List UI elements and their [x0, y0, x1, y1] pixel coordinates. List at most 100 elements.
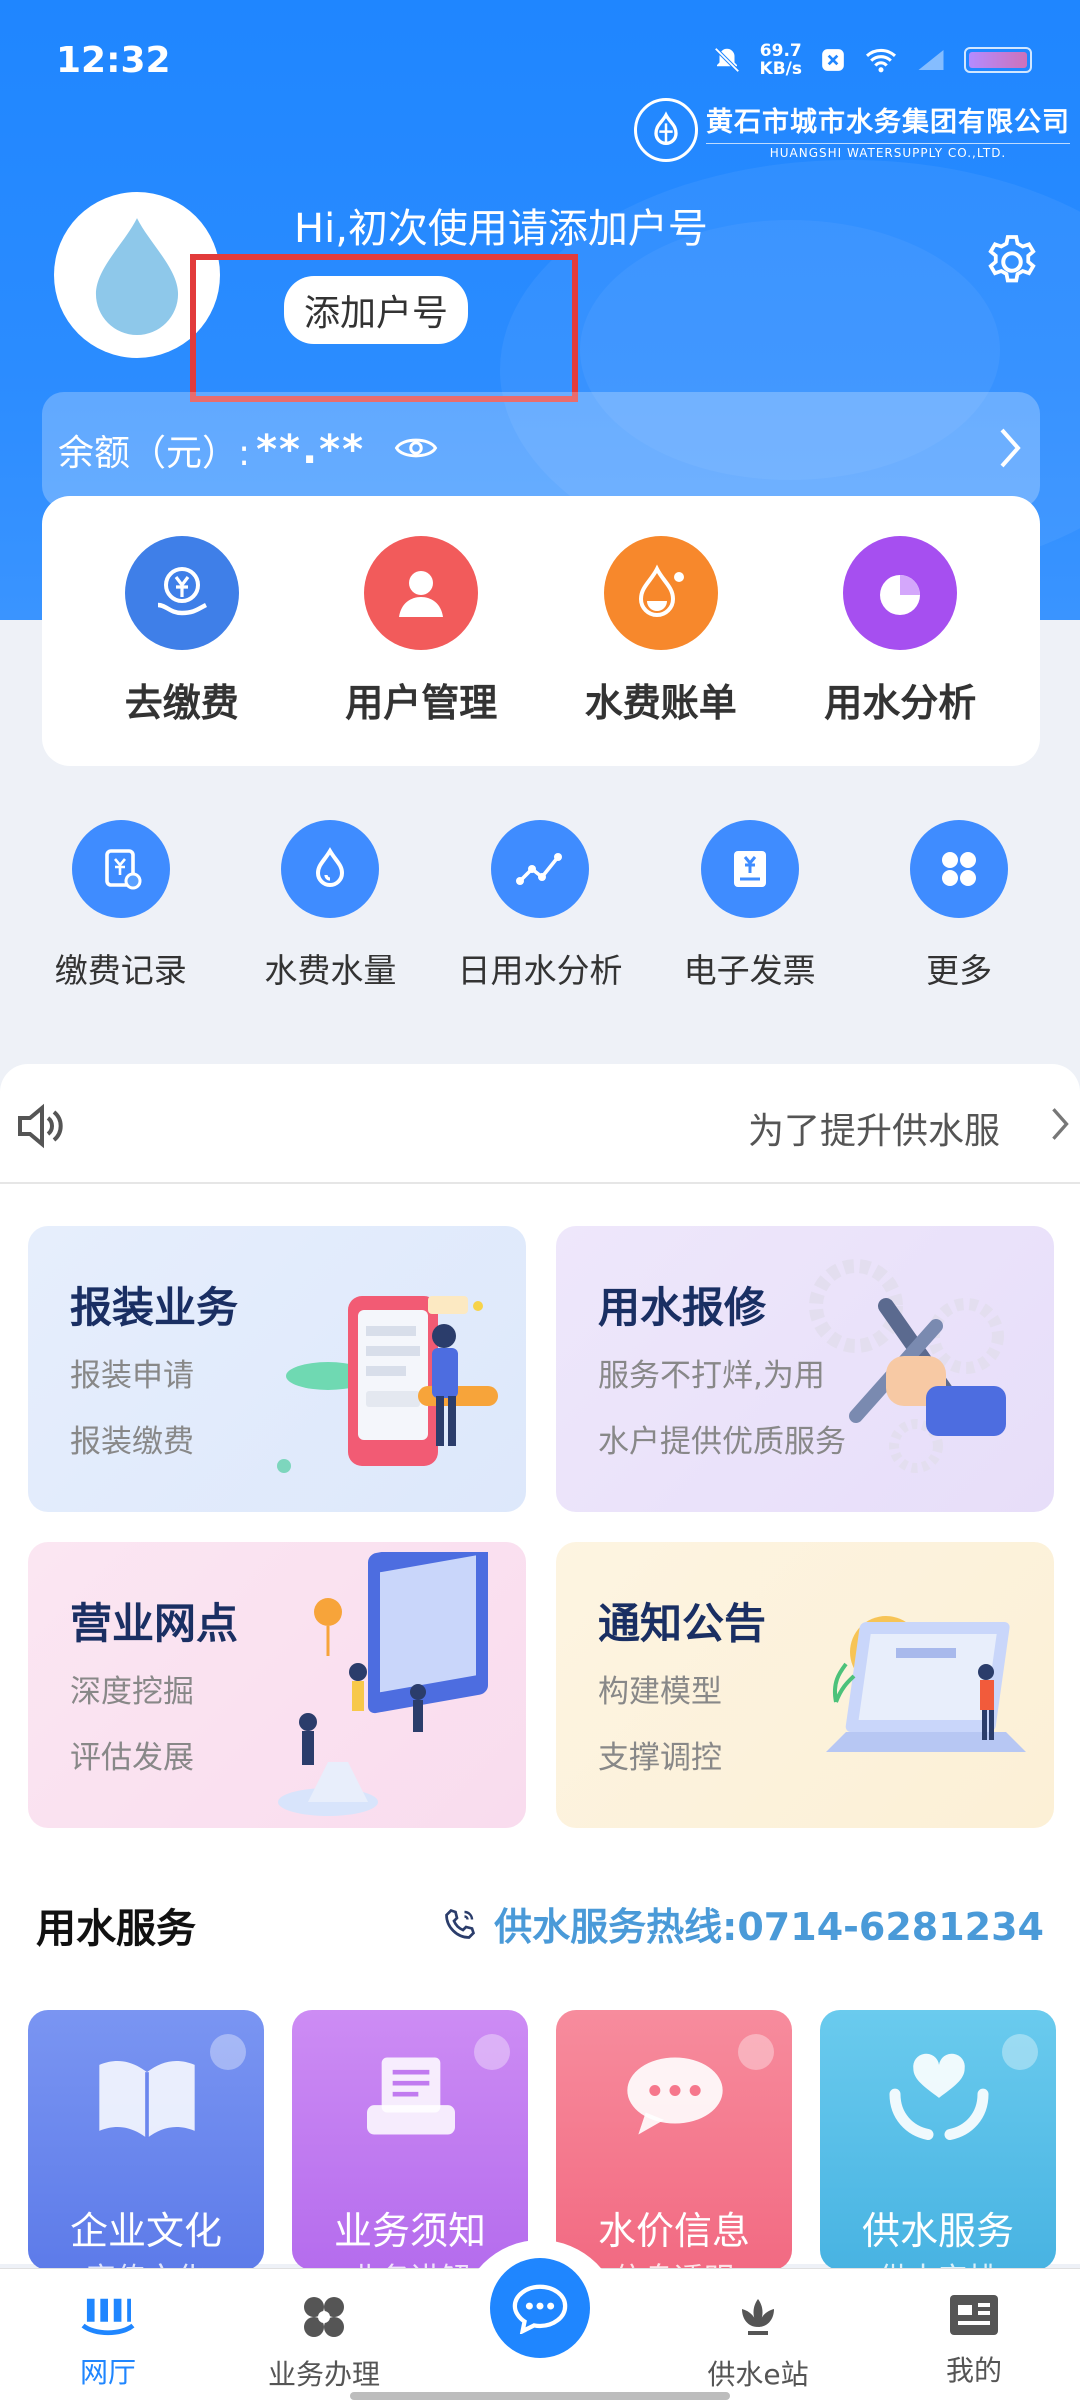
- status-time: 12:32: [56, 40, 171, 81]
- office-illustration: [278, 1552, 488, 1816]
- nav-mine[interactable]: 我的: [884, 2293, 1064, 2389]
- announcement-card-line2: 支撑调控: [598, 1740, 722, 1776]
- balance-bar[interactable]: 余额（元）: **.**: [42, 392, 1040, 508]
- pie-icon: [843, 535, 958, 650]
- logo-subtitle: HUANGSHI WATERSUPPLY CO.,LTD.: [706, 143, 1070, 160]
- network-speed: 69.7 KB/s: [759, 41, 802, 79]
- tile-corporate-culture[interactable]: 企业文化 宣传文化: [28, 2010, 264, 2270]
- quick-pay-label: 去缴费: [124, 680, 239, 725]
- more-icon: [910, 820, 1009, 918]
- balance-value: **.**: [256, 427, 366, 473]
- sub-daily-analysis[interactable]: 日用水分析: [435, 820, 645, 992]
- chevron-right-icon[interactable]: [998, 426, 1022, 474]
- company-logo: 黄石市城市水务集团有限公司 HUANGSHI WATERSUPPLY CO.,L…: [634, 98, 1070, 162]
- announcement-card-line1: 构建模型: [598, 1674, 722, 1710]
- mute-bell-icon: [713, 47, 740, 73]
- sub-water-volume[interactable]: 水费水量: [226, 820, 436, 992]
- installation-card[interactable]: 报装业务 报装申请 报装缴费: [28, 1226, 526, 1512]
- announcement-card[interactable]: 通知公告 构建模型 支撑调控: [556, 1542, 1054, 1828]
- quick-user-manage-label: 用户管理: [345, 680, 498, 725]
- document-icon: [367, 2057, 455, 2135]
- record-icon: [71, 820, 170, 918]
- phone-person-illustration: [277, 1296, 498, 1473]
- quick-user-manage[interactable]: 用户管理: [311, 535, 531, 727]
- outlet-card-line1: 深度挖掘: [70, 1674, 194, 1710]
- hotline-text: 供水服务热线:0714-6281234: [494, 1905, 1044, 1949]
- logo-emblem-icon: [634, 98, 698, 162]
- tile-water-price[interactable]: 水价信息 信息透明: [556, 2010, 792, 2270]
- chat-bubble-icon: [627, 2057, 723, 2135]
- heart-hands-icon: [889, 2053, 989, 2140]
- nav-estation[interactable]: 供水e站: [668, 2293, 848, 2393]
- quick-water-bill-label: 水费账单: [584, 680, 737, 725]
- nav-business-label: 业务办理: [267, 2358, 380, 2391]
- status-icons: 69.7 KB/s: [712, 42, 1032, 78]
- close-box-icon: [822, 49, 844, 71]
- quick-pay[interactable]: 去缴费: [72, 535, 292, 727]
- home-indicator[interactable]: [350, 2392, 730, 2400]
- tile-business-notice-label: 业务须知: [333, 2209, 486, 2253]
- greeting-text: Hi,初次使用请添加户号: [294, 206, 708, 252]
- eye-icon[interactable]: [393, 433, 439, 467]
- installation-card-line1: 报装申请: [70, 1358, 194, 1394]
- gear-icon[interactable]: [982, 232, 1042, 296]
- chat-icon: [512, 2284, 568, 2334]
- outlet-card[interactable]: 营业网点 深度挖掘 评估发展: [28, 1542, 526, 1828]
- sub-water-volume-label: 水费水量: [264, 951, 397, 990]
- profile-card-icon: [950, 2295, 998, 2335]
- chevron-right-icon[interactable]: [1050, 1106, 1070, 1146]
- sub-e-invoice-label: 电子发票: [683, 951, 816, 990]
- outlet-card-line2: 评估发展: [70, 1740, 194, 1776]
- announcement-card-title: 通知公告: [598, 1599, 767, 1648]
- wrench-gear-illustration: [809, 1259, 1006, 1473]
- secondary-actions: 缴费记录 水费水量 日用水分析 电子发票 更多: [0, 820, 1080, 992]
- book-icon: [99, 2061, 195, 2139]
- notice-text: 为了提升供水服: [748, 1111, 1001, 1152]
- drop-icon: [281, 820, 380, 918]
- outlet-card-title: 营业网点: [70, 1599, 239, 1648]
- grid-icon: [304, 2297, 344, 2337]
- nav-hall[interactable]: 网厅: [18, 2293, 198, 2391]
- quick-usage-analysis-label: 用水分析: [824, 680, 977, 725]
- user-icon: [364, 535, 479, 650]
- nav-estation-label: 供水e站: [707, 2358, 809, 2391]
- quick-water-bill[interactable]: 水费账单: [551, 535, 771, 727]
- logo-title: 黄石市城市水务集团有限公司: [706, 107, 1070, 138]
- sub-e-invoice[interactable]: 电子发票: [645, 820, 855, 992]
- tile-water-service[interactable]: 供水服务 供水安排: [820, 2010, 1056, 2270]
- wifi-icon: [865, 48, 897, 73]
- signal-icon: [918, 50, 944, 70]
- highlight-box: [190, 254, 578, 402]
- installation-card-title: 报装业务: [70, 1283, 239, 1332]
- speaker-icon: [14, 1100, 66, 1156]
- tile-corporate-culture-label: 企业文化: [69, 2209, 222, 2253]
- nav-hall-label: 网厅: [79, 2356, 136, 2389]
- section-title: 用水服务: [36, 1906, 196, 1952]
- sub-payment-record[interactable]: 缴费记录: [16, 820, 226, 992]
- repair-card-line1: 服务不打烊,为用: [598, 1358, 825, 1394]
- hotline[interactable]: 供水服务热线:0714-6281234: [442, 1896, 1044, 1951]
- sub-more[interactable]: 更多: [854, 820, 1064, 992]
- battery-icon: [964, 47, 1032, 73]
- sub-payment-record-label: 缴费记录: [54, 951, 187, 990]
- tile-water-price-label: 水价信息: [597, 2209, 750, 2253]
- line-chart-icon: [490, 820, 589, 918]
- invoice-icon: [700, 820, 799, 918]
- balance-label: 余额（元）:: [58, 433, 251, 474]
- nav-chat-button[interactable]: [490, 2258, 590, 2358]
- lotus-icon: [742, 2299, 774, 2335]
- bill-icon: [603, 535, 718, 650]
- hall-icon: [81, 2298, 135, 2336]
- nav-mine-label: 我的: [945, 2354, 1002, 2387]
- sub-more-label: 更多: [926, 951, 993, 990]
- nav-business[interactable]: 业务办理: [234, 2293, 414, 2393]
- notice-bar[interactable]: 为了提升供水服: [0, 1064, 1080, 1184]
- pay-icon: [124, 535, 239, 650]
- laptop-illustration: [826, 1616, 1026, 1752]
- quick-usage-analysis[interactable]: 用水分析: [790, 535, 1010, 727]
- repair-card[interactable]: 用水报修 服务不打烊,为用 水户提供优质服务: [556, 1226, 1054, 1512]
- phone-icon: [445, 1908, 476, 1939]
- installation-card-line2: 报装缴费: [70, 1424, 194, 1460]
- tile-business-notice[interactable]: 业务须知 业务讲解: [292, 2010, 528, 2270]
- repair-card-title: 用水报修: [598, 1283, 767, 1332]
